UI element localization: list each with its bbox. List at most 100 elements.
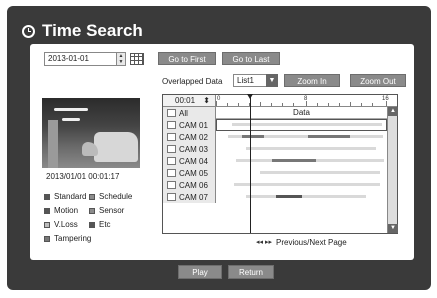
camera-label: CAM 06 — [179, 180, 208, 190]
checkbox[interactable] — [167, 121, 176, 129]
checkbox[interactable] — [167, 145, 176, 153]
tick-mark — [361, 103, 362, 106]
spin-down-icon[interactable]: ▼ — [117, 59, 125, 65]
zoom-in-button[interactable]: Zoom In — [284, 74, 340, 87]
overlapped-select[interactable]: List1 — [233, 74, 269, 87]
ceiling-light — [62, 118, 80, 121]
camera-preview — [42, 98, 140, 168]
record-segment — [246, 195, 366, 198]
clock-icon — [22, 24, 35, 38]
tick-mark — [216, 101, 217, 106]
legend-swatch — [44, 235, 50, 242]
camera-label: CAM 05 — [179, 168, 208, 178]
time-ruler[interactable]: 0 8 16 — [216, 95, 397, 107]
scrollbar[interactable]: ▲ ▼ — [387, 107, 398, 233]
all-label: All — [179, 108, 188, 118]
return-button[interactable]: Return — [228, 265, 274, 279]
date-spinner[interactable]: ▲ ▼ — [116, 52, 126, 66]
camera-label: CAM 04 — [179, 156, 208, 166]
date-field[interactable]: 2013-01-01 — [44, 52, 118, 66]
legend-item: Motion — [44, 206, 78, 215]
time-stepper[interactable]: 00:01 ⬍ — [163, 95, 216, 107]
checkbox[interactable] — [167, 157, 176, 165]
chevron-down-icon[interactable]: ▼ — [266, 74, 278, 87]
data-header: Data — [216, 107, 387, 119]
camera-row[interactable]: CAM 05 — [163, 167, 397, 179]
legend-label: Schedule — [99, 192, 133, 201]
camera-timeline[interactable] — [216, 167, 387, 179]
legend-label: Motion — [54, 206, 79, 215]
page-arrows-icon[interactable]: ◂◂ ▸▸ — [256, 238, 272, 246]
pager-label: Previous/Next Page — [276, 238, 347, 247]
tick-mark — [328, 103, 329, 106]
zoom-out-button[interactable]: Zoom Out — [350, 74, 406, 87]
camera-cell[interactable]: CAM 02 — [163, 131, 216, 143]
tick-mark — [260, 102, 261, 106]
record-segment — [276, 195, 302, 198]
camera-cell[interactable]: CAM 05 — [163, 167, 216, 179]
legend-swatch — [44, 193, 50, 200]
camera-timeline[interactable] — [216, 191, 387, 203]
camera-timeline[interactable] — [216, 131, 387, 143]
record-segment — [232, 123, 382, 126]
checkbox[interactable] — [167, 193, 176, 201]
tick-mark — [386, 101, 387, 106]
checkbox[interactable] — [167, 133, 176, 141]
record-segment — [260, 171, 380, 174]
camera-row[interactable]: CAM 01 — [163, 119, 397, 131]
tick-mark — [372, 103, 373, 106]
camera-row[interactable]: CAM 02 — [163, 131, 397, 143]
checkbox[interactable] — [167, 181, 176, 189]
camera-cell[interactable]: CAM 07 — [163, 191, 216, 203]
legend-label: Etc — [99, 220, 111, 229]
legend-label: Sensor — [99, 206, 125, 215]
camera-timeline[interactable] — [216, 179, 387, 191]
camera-label: CAM 02 — [179, 132, 208, 142]
tick-label: 0 — [217, 96, 221, 102]
tick-mark — [339, 103, 340, 106]
tick-mark — [293, 103, 294, 106]
tick-mark — [282, 103, 283, 106]
legend-swatch — [89, 221, 95, 228]
legend-item: Sensor — [89, 206, 124, 215]
window-title-bar: Time Search — [22, 20, 143, 42]
legend-swatch — [89, 193, 95, 200]
camera-cell[interactable]: CAM 04 — [163, 155, 216, 167]
camera-row[interactable]: CAM 03 — [163, 143, 397, 155]
camera-label: CAM 01 — [179, 120, 208, 130]
legend-label: Tampering — [54, 234, 92, 243]
legend-item: Schedule — [89, 192, 132, 201]
camera-label: CAM 07 — [179, 192, 208, 202]
go-to-last-button[interactable]: Go to Last — [222, 52, 280, 65]
cursor-marker-icon[interactable] — [247, 94, 253, 99]
timeline-grid: 00:01 ⬍ 0 8 16 All Data CAM 01 CAM 02 CA… — [162, 94, 398, 234]
play-button[interactable]: Play — [178, 265, 222, 279]
camera-timeline[interactable] — [216, 155, 387, 167]
legend-item: Tampering — [44, 234, 91, 243]
scroll-up-icon[interactable]: ▲ — [388, 107, 398, 116]
playback-cursor[interactable] — [250, 95, 251, 233]
checkbox[interactable] — [167, 169, 176, 177]
time-search-panel: 2013-01-01 ▲ ▼ Go to First Go to Last Ov… — [30, 44, 414, 260]
legend-label: Standard — [54, 192, 87, 201]
camera-row[interactable]: CAM 07 — [163, 191, 397, 203]
go-to-first-button[interactable]: Go to First — [158, 52, 216, 65]
parked-car — [94, 132, 138, 162]
camera-cell[interactable]: CAM 06 — [163, 179, 216, 191]
camera-row[interactable]: CAM 04 — [163, 155, 397, 167]
tick-mark — [227, 103, 228, 106]
camera-row[interactable]: CAM 06 — [163, 179, 397, 191]
camera-cell[interactable]: CAM 01 — [163, 119, 216, 131]
window-title: Time Search — [42, 21, 143, 40]
calendar-icon[interactable] — [130, 53, 144, 65]
camera-cell[interactable]: CAM 03 — [163, 143, 216, 155]
all-checkbox-cell[interactable]: All — [163, 107, 216, 119]
camera-timeline[interactable] — [216, 119, 387, 131]
checkbox[interactable] — [167, 109, 176, 117]
record-segment — [272, 159, 316, 162]
camera-timeline[interactable] — [216, 143, 387, 155]
tick-mark — [238, 103, 239, 106]
scroll-down-icon[interactable]: ▼ — [388, 224, 398, 233]
ceiling-light — [54, 108, 88, 111]
spinner-icon[interactable]: ⬍ — [203, 96, 210, 105]
